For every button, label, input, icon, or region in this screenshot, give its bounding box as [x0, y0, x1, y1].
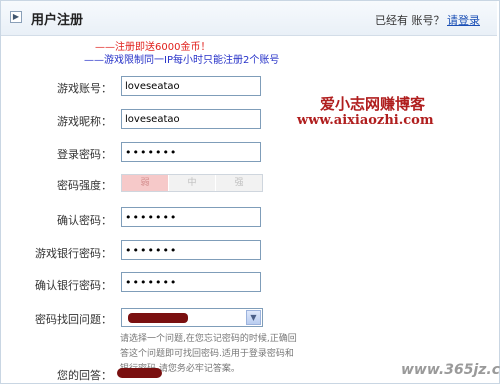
bank-confirm-label: 确认银行密码：	[35, 279, 112, 292]
security-question-label: 密码找回问题：	[35, 313, 112, 326]
account-input[interactable]	[121, 76, 261, 96]
password-strength-meter: 弱 中 强	[121, 174, 263, 192]
blog-brand-url: www.aixiaozhi.com	[297, 113, 434, 128]
strength-strong: 强	[215, 175, 262, 191]
nickname-input[interactable]	[121, 109, 261, 129]
chevron-down-icon[interactable]: ▼	[246, 310, 261, 325]
account-label: 游戏账号：	[57, 82, 112, 95]
have-account-text: 已经有 账号？	[375, 14, 445, 27]
bank-password-label: 游戏银行密码：	[35, 247, 112, 260]
ip-limit-notice: ——游戏限制同一IP每小时只能注册2个账号	[84, 55, 280, 66]
password-label: 登录密码：	[57, 148, 112, 161]
bank-confirm-input[interactable]	[121, 272, 261, 292]
password-input[interactable]	[121, 142, 261, 162]
answer-label: 您的回答：	[57, 369, 112, 382]
login-link[interactable]: 请登录	[447, 12, 480, 28]
nickname-label: 游戏昵称：	[57, 115, 112, 128]
security-question-select[interactable]: ▼	[121, 308, 263, 327]
redacted-answer[interactable]	[117, 368, 162, 378]
site-watermark: www.365jz.com	[401, 362, 500, 378]
strength-weak: 弱	[122, 175, 168, 191]
strength-label: 密码强度：	[57, 179, 112, 192]
blog-brand-name: 爱小志网赚博客	[320, 95, 426, 113]
strength-medium: 中	[168, 175, 215, 191]
confirm-password-input[interactable]	[121, 207, 261, 227]
confirm-password-label: 确认密码：	[57, 214, 112, 227]
collapse-toggle-icon[interactable]: ▶	[10, 11, 22, 23]
page-title: 用户注册	[31, 13, 84, 28]
bank-password-input[interactable]	[121, 240, 261, 260]
panel-header: ▶ 用户注册 已经有 账号？ 请登录	[1, 1, 497, 36]
redacted-selection	[128, 313, 188, 323]
